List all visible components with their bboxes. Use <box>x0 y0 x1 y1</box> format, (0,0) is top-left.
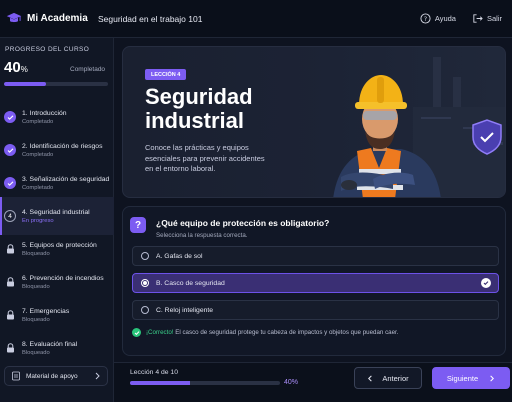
graduation-cap-icon <box>6 12 22 23</box>
support-material-button[interactable]: Material de apoyo <box>4 366 108 386</box>
selected-check-icon <box>481 278 491 288</box>
lesson-percent: 40% <box>284 379 299 386</box>
course-progress-fill <box>4 82 46 86</box>
lock-icon <box>4 243 16 255</box>
check-icon <box>4 144 16 156</box>
module-title: 4. Seguridad industrial <box>22 208 90 216</box>
lock-icon <box>4 276 16 288</box>
question-hint: Selecciona la respuesta correcta. <box>156 232 248 239</box>
next-button[interactable]: Siguiente <box>432 367 510 389</box>
lesson-title: Seguridad industrial <box>145 84 253 133</box>
next-label: Siguiente <box>446 373 479 383</box>
help-label: Ayuda <box>434 14 456 23</box>
module-title: 1. Introducción <box>22 109 67 117</box>
svg-text:?: ? <box>424 15 427 23</box>
chevron-left-icon <box>368 375 373 381</box>
module-status: Completado <box>22 151 54 158</box>
module-text: 5. Equipos de protección Bloqueado <box>22 242 97 257</box>
check-icon <box>4 111 16 123</box>
module-title: 8. Evaluación final <box>22 340 78 348</box>
module-status: Completado <box>22 184 54 191</box>
module-title: 6. Prevención de incendios <box>22 274 104 282</box>
module-title: 5. Equipos de protección <box>22 241 97 249</box>
document-icon <box>12 371 20 381</box>
question-card: ? ¿Qué equipo de protección es obligator… <box>122 206 506 356</box>
lesson-progress-fill <box>130 381 190 385</box>
progress-label: PROGRESO DEL CURSO <box>5 46 90 53</box>
answer-option-label: B. Casco de seguridad <box>156 279 225 287</box>
course-title: Seguridad en el trabajo 101 <box>98 13 203 24</box>
module-title: 2. Identificación de riesgos <box>22 142 103 150</box>
answer-option-3[interactable]: C. Reloj inteligente <box>132 300 499 320</box>
top-bar: Mi Academia Seguridad en el trabajo 101 … <box>0 0 512 38</box>
support-label: Material de apoyo <box>26 372 78 380</box>
module-title: 3. Señalización de seguridad <box>22 175 110 183</box>
module-status: Completado <box>22 118 54 125</box>
module-text: 4. Seguridad industrial En progreso <box>22 209 90 224</box>
chevron-right-icon <box>490 375 495 381</box>
exit-button[interactable]: Salir <box>472 13 502 24</box>
lesson-badge: LECCIÓN 4 <box>145 69 187 80</box>
module-text: 2. Identificación de riesgos Completado <box>22 143 102 158</box>
progress-percent: 40% <box>4 59 28 76</box>
question-title: ¿Qué equipo de protección es obligatorio… <box>156 218 330 228</box>
help-icon: ? <box>420 13 431 24</box>
app-logo[interactable]: Mi Academia <box>0 12 92 25</box>
module-status: Bloqueado <box>22 349 50 356</box>
answer-option-2[interactable]: B. Casco de seguridad <box>132 273 499 293</box>
help-button[interactable]: ? Ayuda <box>420 13 456 24</box>
previous-label: Anterior <box>382 373 409 383</box>
exit-label: Salir <box>486 14 502 23</box>
answer-option-1[interactable]: A. Gafas de sol <box>132 246 499 266</box>
module-text: 8. Evaluación final Bloqueado <box>22 341 77 356</box>
module-number-badge: 4 <box>4 210 16 222</box>
module-text: 7. Emergencias Bloqueado <box>22 308 69 323</box>
success-check-icon <box>132 328 141 337</box>
module-text: 6. Prevención de incendios Bloqueado <box>22 275 104 290</box>
lock-icon <box>4 309 16 321</box>
answer-option-label: A. Gafas de sol <box>156 252 203 260</box>
worker-illustration <box>333 57 505 197</box>
lesson-count: Lección 4 de 10 <box>130 369 178 376</box>
previous-button[interactable]: Anterior <box>354 367 422 389</box>
lesson-navigation-bar: Lección 4 de 10 40% Anterior Siguiente <box>114 362 512 402</box>
module-status: En progreso <box>22 217 54 224</box>
lesson-description: Conoce las prácticas y equipos esenciale… <box>145 143 265 173</box>
feedback-text: ¡Correcto! El casco de seguridad protege… <box>146 329 399 336</box>
course-progress-bar <box>4 82 108 86</box>
lesson-progress-bar <box>130 381 280 385</box>
lesson-hero: LECCIÓN 4 Seguridad industrial Conoce la… <box>122 46 506 198</box>
radio-button[interactable] <box>141 252 149 260</box>
answer-option-label: C. Reloj inteligente <box>156 306 214 314</box>
logout-icon <box>473 14 483 23</box>
module-status: Bloqueado <box>22 283 50 290</box>
module-status: Bloqueado <box>22 316 50 323</box>
chevron-right-icon <box>95 372 100 380</box>
sidebar: PROGRESO DEL CURSO 40% Completado 1. Int… <box>0 38 114 402</box>
check-icon <box>4 177 16 189</box>
module-title: 7. Emergencias <box>22 307 70 315</box>
lock-icon <box>4 342 16 354</box>
sidebar-module-8[interactable]: 8. Evaluación final Bloqueado <box>0 329 114 367</box>
progress-status: Completado <box>70 66 106 73</box>
app-title: Mi Academia <box>27 13 88 24</box>
module-status: Bloqueado <box>22 250 50 257</box>
radio-button[interactable] <box>141 279 149 287</box>
question-icon: ? <box>130 217 146 233</box>
answer-feedback: ¡Correcto! El casco de seguridad protege… <box>132 328 398 337</box>
module-text: 3. Señalización de seguridad Completado <box>22 176 109 191</box>
module-text: 1. Introducción Completado <box>22 110 67 125</box>
radio-button[interactable] <box>141 306 149 314</box>
